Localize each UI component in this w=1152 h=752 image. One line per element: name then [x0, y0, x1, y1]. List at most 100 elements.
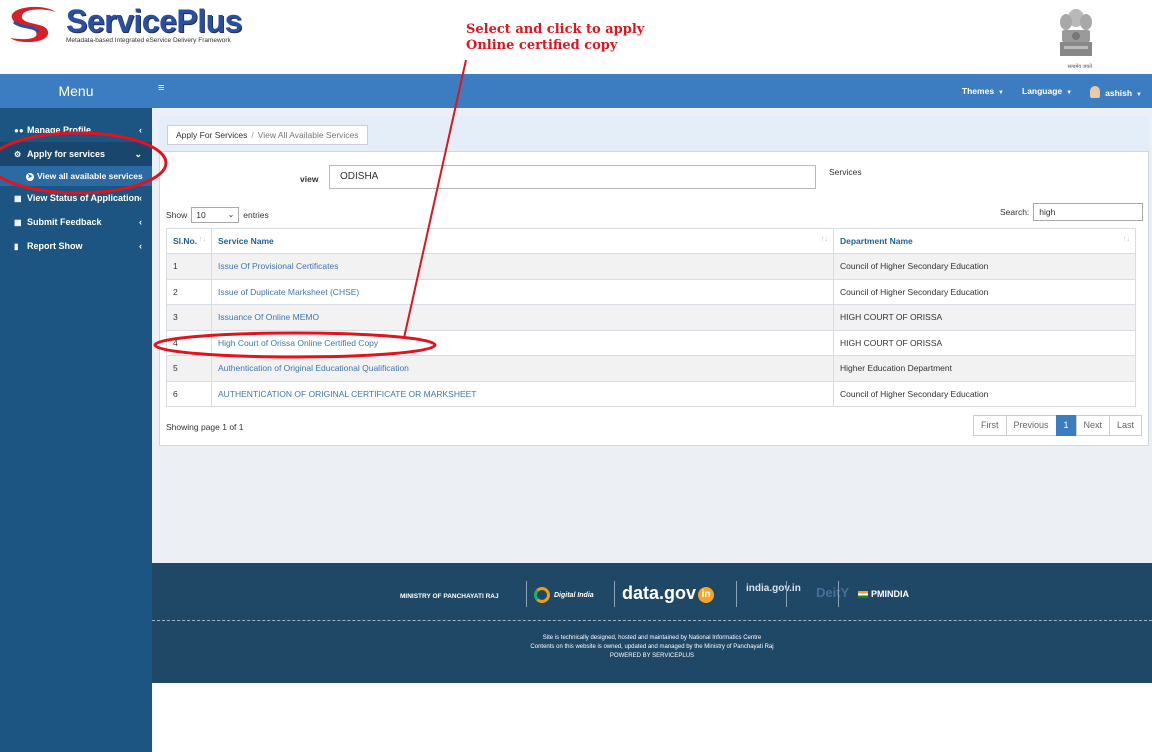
service-link[interactable]: Authentication of Original Educational Q… [211, 355, 834, 382]
chevron-left-icon: ‹ [139, 217, 142, 227]
user-menu[interactable]: ashish ▼ [1090, 86, 1142, 98]
sort-icon: ↑↓ [199, 236, 206, 243]
cell-slno: 5 [166, 355, 212, 382]
column-header-slno[interactable]: Sl.No. ↑↓ [166, 228, 212, 254]
deity-logo[interactable]: DeitY [816, 585, 849, 600]
annotation-line-1: Select and click to apply [466, 22, 645, 37]
cell-department: Council of Higher Secondary Education [833, 253, 1136, 280]
data-gov-label: data.gov [622, 583, 697, 603]
page-length-control: Show 10 ⌄ entries [166, 207, 269, 223]
file-icon: ▮ [14, 242, 19, 251]
language-label: Language [1022, 86, 1063, 96]
pagination-previous-button[interactable]: Previous [1005, 415, 1057, 436]
service-link[interactable]: Issuance Of Online MEMO [211, 304, 834, 331]
instruction-annotation: Select and click to apply Online certifi… [466, 22, 644, 54]
view-label: view [300, 174, 319, 184]
service-link[interactable]: Issue of Duplicate Marksheet (CHSE) [211, 278, 834, 305]
cell-slno: 2 [166, 278, 212, 305]
column-header-service-name[interactable]: Service Name ↑↓ [211, 228, 834, 254]
pagination-page-1[interactable]: 1 [1055, 415, 1077, 436]
page-length-select[interactable]: 10 ⌄ [191, 207, 240, 223]
document-icon: ▦ [14, 218, 22, 227]
sidebar-subitem-label: View all available services [37, 171, 143, 181]
chevron-down-icon: ⌄ [227, 210, 235, 219]
search-label: Search: [1000, 207, 1030, 217]
table-header-row: Sl.No. ↑↓ Service Name ↑↓ Department Name ↑… [166, 228, 1136, 254]
themes-dropdown[interactable]: Themes ▼ [962, 86, 1004, 98]
serviceplus-logo[interactable]: ServicePlus Metadata-based Integrated eS… [6, 4, 242, 44]
services-label: Services [829, 167, 862, 177]
sidebar-item-view-status[interactable]: ▦ View Status of Application ‹ [0, 186, 152, 210]
document-icon: ▦ [14, 194, 22, 203]
annotation-line-2: Online certified copy [466, 38, 618, 53]
pagination: First Previous 1 Next Last [973, 415, 1143, 436]
digital-india-label: Digital India [554, 591, 594, 599]
cell-slno: 6 [166, 380, 212, 407]
sidebar-item-label: Manage Profile [27, 125, 92, 135]
sidebar-item-submit-feedback[interactable]: ▦ Submit Feedback ‹ [0, 210, 152, 234]
page-length-value: 10 [196, 210, 206, 220]
state-view-input[interactable]: ODISHA [329, 165, 816, 189]
digital-india-logo[interactable]: Digital India [534, 587, 594, 603]
chevron-down-icon: ⌄ [134, 149, 142, 159]
sidebar-title: Menu [0, 74, 152, 108]
brand-tagline: Metadata-based Integrated eService Deliv… [66, 37, 231, 44]
brand-name: ServicePlus [66, 3, 242, 39]
users-icon: ●● [14, 126, 24, 135]
partner-logos: MINISTRY OF PANCHAYATI RAJ Digital India… [152, 563, 1152, 621]
language-dropdown[interactable]: Language ▼ [1022, 86, 1072, 98]
service-link-certified-copy[interactable]: High Court of Orissa Online Certified Co… [211, 329, 834, 356]
sidebar-item-label: View Status of Application [27, 193, 140, 203]
footer-credit-line: Site is technically designed, hosted and… [542, 635, 762, 641]
pagination-first-button[interactable]: First [973, 415, 1007, 436]
breadcrumb-parent[interactable]: Apply For Services [176, 130, 247, 140]
sidebar-item-label: Report Show [27, 241, 83, 251]
service-link[interactable]: AUTHENTICATION OF ORIGINAL CERTIFICATE O… [211, 380, 834, 407]
footer-divider [152, 620, 1152, 621]
sort-icon: ↑↓ [821, 236, 828, 243]
service-link[interactable]: Issue Of Provisional Certificates [211, 253, 834, 280]
cell-slno: 1 [166, 253, 212, 280]
user-name: ashish [1105, 88, 1133, 98]
cell-slno: 4 [166, 329, 212, 356]
chevron-left-icon: ‹ [139, 125, 142, 135]
table-row: 3 Issuance Of Online MEMO HIGH COURT OF … [166, 304, 1136, 331]
top-navbar: ≡ Themes ▼ Language ▼ ashish ▼ [152, 74, 1152, 108]
pagination-next-button[interactable]: Next [1075, 415, 1111, 436]
footer-credit-line: Contents on this website is owned, updat… [530, 644, 774, 650]
column-header-label: Sl.No. [173, 236, 198, 246]
sort-icon: ↑↓ [1123, 236, 1130, 243]
pmindia-logo[interactable]: PMINDIA [858, 589, 909, 599]
sidebar-item-apply-for-services[interactable]: ⚙ Apply for services ⌄ [0, 142, 152, 166]
table-row: 2 Issue of Duplicate Marksheet (CHSE) Co… [166, 278, 1136, 305]
caret-down-icon: ▼ [1136, 92, 1142, 98]
show-label: Show [166, 210, 188, 220]
breadcrumb: Apply For Services / View All Available Se… [167, 125, 368, 145]
emblem-caption: सत्यमेव जयते [1067, 64, 1092, 70]
user-avatar-icon [1090, 86, 1101, 98]
site-footer: MINISTRY OF PANCHAYATI RAJ Digital India… [152, 563, 1152, 683]
chevron-left-icon: ‹ [139, 241, 142, 251]
cell-department: Higher Education Department [833, 355, 1136, 382]
table-row: 5 Authentication of Original Educational… [166, 355, 1136, 382]
table-row: 4 High Court of Orissa Online Certified … [166, 329, 1136, 356]
breadcrumb-bar: Apply For Services / View All Available Se… [159, 116, 1149, 152]
panchayati-raj-logo[interactable]: MINISTRY OF PANCHAYATI RAJ [400, 593, 499, 600]
sidebar-item-report-show[interactable]: ▮ Report Show ‹ [0, 234, 152, 258]
pmindia-label: PMINDIA [871, 589, 909, 599]
caret-down-icon: ▼ [998, 90, 1004, 96]
india-gov-logo[interactable]: india.gov.in [746, 583, 801, 594]
sidebar-item-manage-profile[interactable]: ●● Manage Profile ‹ [0, 118, 152, 142]
pagination-last-button[interactable]: Last [1109, 415, 1143, 436]
caret-down-icon: ▼ [1066, 90, 1073, 96]
data-gov-logo[interactable]: data.gov in [622, 583, 715, 604]
cell-department: Council of Higher Secondary Education [833, 380, 1136, 407]
search-input[interactable]: high [1033, 203, 1144, 221]
hamburger-menu-icon[interactable]: ≡ [158, 82, 164, 94]
chevron-left-icon: ‹ [139, 193, 142, 203]
column-header-department-name[interactable]: Department Name ↑↓ [833, 228, 1136, 254]
footer-credits: Site is technically designed, hosted and… [152, 634, 1152, 661]
national-emblem-icon [1054, 6, 1098, 68]
sidebar-subitem-view-all-services[interactable]: ➤ View all available services [0, 166, 152, 186]
cell-department: Council of Higher Secondary Education [833, 278, 1136, 305]
